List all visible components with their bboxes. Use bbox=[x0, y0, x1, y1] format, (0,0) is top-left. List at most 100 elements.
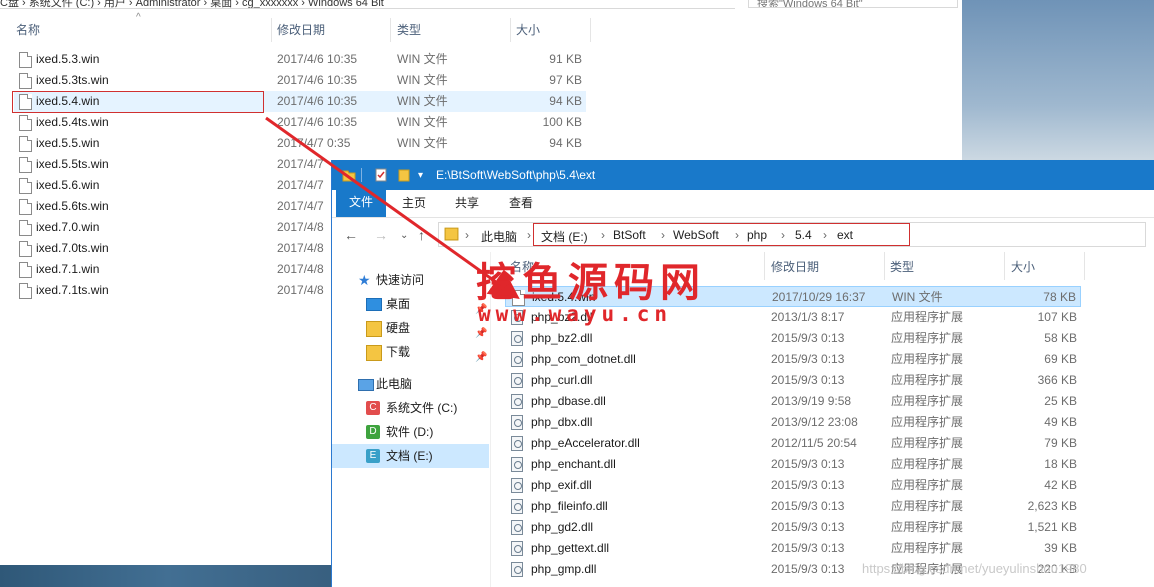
file-size: 42 KB bbox=[1044, 478, 1077, 492]
file-type: 应用程序扩展 bbox=[891, 373, 964, 387]
nav-drive-d[interactable]: D 软件 (D:) bbox=[332, 420, 489, 444]
file-date: 2017/4/6 10:35 bbox=[277, 73, 358, 87]
file-row[interactable]: php_curl.dll 2015/9/3 0:13 应用程序扩展 366 KB bbox=[505, 370, 1081, 391]
nav-harddisk[interactable]: 硬盘 📌 bbox=[332, 316, 489, 340]
file-row[interactable]: php_com_dotnet.dll 2015/9/3 0:13 应用程序扩展 69 … bbox=[505, 349, 1081, 370]
back-arrow-icon[interactable]: ← bbox=[344, 227, 358, 243]
nav-downloads[interactable]: 下载 📌 bbox=[332, 340, 489, 364]
column-divider[interactable] bbox=[590, 18, 591, 42]
file-size: 91 KB bbox=[549, 52, 582, 66]
column-divider[interactable] bbox=[1004, 252, 1005, 280]
back-col-date[interactable]: 修改日期 bbox=[277, 20, 325, 40]
nav-label: 软件 (D:) bbox=[386, 425, 434, 439]
up-arrow-icon[interactable]: ↑ bbox=[418, 227, 425, 243]
file-name: php_dbx.dll bbox=[531, 415, 593, 429]
back-file-row[interactable]: ixed.5.3.win 2017/4/6 10:35 WIN 文件 91 KB bbox=[14, 49, 586, 70]
file-date: 2017/4/8 bbox=[277, 220, 324, 234]
file-date: 2015/9/3 0:13 bbox=[771, 520, 845, 534]
file-date: 2017/4/7 0:35 bbox=[277, 136, 351, 150]
file-row[interactable]: php_enchant.dll 2015/9/3 0:13 应用程序扩展 18 KB bbox=[505, 454, 1081, 475]
back-file-row[interactable]: ixed.5.4ts.win 2017/4/6 10:35 WIN 文件 100 KB bbox=[14, 112, 586, 133]
col-date[interactable]: 修改日期 bbox=[771, 257, 819, 277]
file-type: 应用程序扩展 bbox=[891, 394, 964, 408]
properties-icon[interactable] bbox=[374, 168, 388, 182]
file-size: 79 KB bbox=[1044, 436, 1077, 450]
back-col-type[interactable]: 类型 bbox=[397, 20, 421, 40]
column-divider[interactable] bbox=[271, 18, 272, 42]
column-divider[interactable] bbox=[1084, 252, 1085, 280]
dll-file-icon bbox=[511, 331, 523, 346]
front-explorer-window: ▾ E:\BtSoft\WebSoft\php\5.4\ext 文件 主页 共享… bbox=[331, 160, 1154, 587]
file-row[interactable]: php_gettext.dll 2015/9/3 0:13 应用程序扩展 39 KB bbox=[505, 538, 1081, 559]
file-date: 2017/4/7 bbox=[277, 199, 324, 213]
file-date: 2017/10/29 16:37 bbox=[772, 290, 866, 304]
highlight-box bbox=[533, 223, 910, 246]
new-folder-icon[interactable] bbox=[397, 168, 411, 182]
file-date: 2017/4/7 bbox=[277, 178, 324, 192]
nav-label: 硬盘 bbox=[386, 321, 411, 335]
tab-view[interactable]: 查看 bbox=[499, 194, 543, 213]
file-row[interactable]: php_fileinfo.dll 2015/9/3 0:13 应用程序扩展 2,623… bbox=[505, 496, 1081, 517]
file-name: php_fileinfo.dll bbox=[531, 499, 608, 513]
chevron-right-icon[interactable]: › bbox=[465, 228, 469, 242]
tab-home[interactable]: 主页 bbox=[392, 194, 436, 213]
tab-share[interactable]: 共享 bbox=[445, 194, 489, 213]
file-row[interactable]: php_exif.dll 2015/9/3 0:13 应用程序扩展 42 KB bbox=[505, 475, 1081, 496]
nav-desktop[interactable]: 桌面 📌 bbox=[332, 292, 489, 316]
file-date: 2013/9/19 9:58 bbox=[771, 394, 852, 408]
back-col-name[interactable]: 名称 bbox=[16, 20, 40, 40]
nav-quick-access[interactable]: ★ 快速访问 bbox=[332, 268, 489, 292]
back-file-row[interactable]: ixed.5.3ts.win 2017/4/6 10:35 WIN 文件 97 KB bbox=[14, 70, 586, 91]
file-date: 2017/4/8 bbox=[277, 283, 324, 297]
file-name: ixed.5.6.win bbox=[36, 178, 100, 192]
file-type: 应用程序扩展 bbox=[891, 436, 964, 450]
file-name: ixed.5.5.win bbox=[36, 136, 100, 150]
nav-drive-c[interactable]: C 系统文件 (C:) bbox=[332, 396, 489, 420]
back-col-size[interactable]: 大小 bbox=[516, 20, 540, 40]
file-size: 25 KB bbox=[1044, 394, 1077, 408]
file-date: 2013/1/3 8:17 bbox=[771, 310, 845, 324]
nav-this-pc[interactable]: 此电脑 bbox=[332, 372, 489, 396]
nav-label: 下载 bbox=[386, 345, 411, 359]
file-row[interactable]: php_gd2.dll 2015/9/3 0:13 应用程序扩展 1,521 KB bbox=[505, 517, 1081, 538]
nav-label: 系统文件 (C:) bbox=[386, 401, 458, 415]
file-size: 97 KB bbox=[549, 73, 582, 87]
file-row[interactable]: php_dbx.dll 2013/9/12 23:08 应用程序扩展 49 KB bbox=[505, 412, 1081, 433]
file-row[interactable]: php_dbase.dll 2013/9/19 9:58 应用程序扩展 25 KB bbox=[505, 391, 1081, 412]
column-divider[interactable] bbox=[510, 18, 511, 42]
pin-icon[interactable]: 📌 bbox=[475, 346, 487, 370]
column-divider[interactable] bbox=[764, 252, 765, 280]
back-file-row[interactable]: ixed.5.5.win 2017/4/7 0:35 WIN 文件 94 KB bbox=[14, 133, 586, 154]
chevron-right-icon[interactable]: › bbox=[527, 228, 531, 242]
forward-arrow-icon[interactable]: → bbox=[374, 227, 388, 243]
nav-drive-e[interactable]: E 文档 (E:) bbox=[332, 444, 489, 468]
file-row[interactable]: php_bz2.dll 2015/9/3 0:13 应用程序扩展 58 KB bbox=[505, 328, 1081, 349]
file-icon bbox=[19, 52, 32, 68]
back-address-bar[interactable]: C盘 › 系统文件 (C:) › 用户 › Administrator › 桌面… bbox=[0, 0, 735, 9]
dll-file-icon bbox=[511, 415, 523, 430]
dll-file-icon bbox=[511, 541, 523, 556]
col-size[interactable]: 大小 bbox=[1011, 257, 1035, 277]
dll-file-icon bbox=[511, 373, 523, 388]
file-type: WIN 文件 bbox=[397, 52, 448, 66]
quick-access-dropdown-icon[interactable]: ▾ bbox=[418, 170, 432, 184]
column-divider[interactable] bbox=[884, 252, 885, 280]
file-type: WIN 文件 bbox=[397, 136, 448, 150]
back-breadcrumb: C盘 › 系统文件 (C:) › 用户 › Administrator › 桌面… bbox=[0, 0, 384, 9]
recent-dropdown-icon[interactable]: ⌄ bbox=[400, 230, 408, 241]
crumb-this-pc[interactable]: 此电脑 bbox=[481, 228, 517, 245]
col-type[interactable]: 类型 bbox=[890, 257, 914, 277]
column-divider[interactable] bbox=[390, 18, 391, 42]
file-icon bbox=[19, 157, 32, 173]
file-type: 应用程序扩展 bbox=[891, 310, 964, 324]
nav-label: 文档 (E:) bbox=[386, 449, 433, 463]
title-bar[interactable]: ▾ E:\BtSoft\WebSoft\php\5.4\ext bbox=[332, 160, 1154, 190]
file-row[interactable]: php_eAccelerator.dll 2012/11/5 20:54 应用程序扩… bbox=[505, 433, 1081, 454]
star-icon: ★ bbox=[358, 272, 371, 288]
back-search-input[interactable]: 搜索"Windows 64 Bit" bbox=[748, 0, 958, 8]
file-type: 应用程序扩展 bbox=[891, 352, 964, 366]
file-date: 2015/9/3 0:13 bbox=[771, 373, 845, 387]
dll-file-icon bbox=[511, 436, 523, 451]
tab-file[interactable]: 文件 bbox=[336, 190, 387, 217]
file-name: php_gettext.dll bbox=[531, 541, 610, 555]
